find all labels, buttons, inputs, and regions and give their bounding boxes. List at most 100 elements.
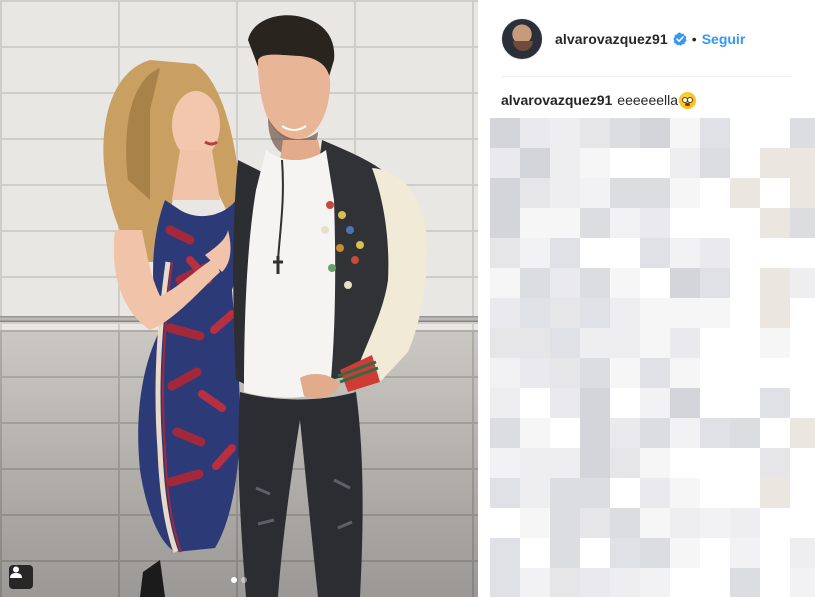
follow-button[interactable]: Seguir [702, 31, 746, 47]
mosaic-cell [580, 328, 610, 358]
mosaic-cell [670, 418, 700, 448]
mosaic-cell [610, 508, 640, 538]
caption-text: eeeeeella [617, 92, 679, 108]
mosaic-cell [580, 538, 610, 568]
mosaic-cell [640, 238, 670, 268]
post-side-panel: alvarovazquez91 • Seguir alvarovazquez91… [478, 0, 815, 597]
mosaic-cell [790, 358, 815, 388]
mosaic-cell [790, 148, 815, 178]
mosaic-cell [730, 178, 760, 208]
mosaic-cell [490, 328, 520, 358]
mosaic-cell [730, 418, 760, 448]
mosaic-cell [490, 478, 520, 508]
mosaic-cell [580, 268, 610, 298]
mosaic-cell [550, 178, 580, 208]
mosaic-cell [580, 178, 610, 208]
mosaic-cell [550, 508, 580, 538]
carousel-indicator [231, 577, 247, 583]
mosaic-cell [670, 148, 700, 178]
mosaic-cell [700, 268, 730, 298]
mosaic-cell [490, 298, 520, 328]
mosaic-cell [640, 538, 670, 568]
mosaic-cell [670, 448, 700, 478]
mosaic-cell [520, 358, 550, 388]
mosaic-cell [490, 178, 520, 208]
user-silhouette-icon [10, 566, 22, 578]
mosaic-cell [760, 208, 790, 238]
header-divider [501, 76, 791, 77]
mosaic-cell [760, 358, 790, 388]
mosaic-cell [520, 508, 550, 538]
mosaic-cell [520, 118, 550, 148]
mosaic-cell [760, 538, 790, 568]
mosaic-cell [550, 568, 580, 597]
mosaic-cell [670, 178, 700, 208]
mosaic-cell [700, 418, 730, 448]
mosaic-cell [700, 118, 730, 148]
mosaic-cell [580, 418, 610, 448]
mosaic-cell [610, 178, 640, 208]
mosaic-cell [700, 208, 730, 238]
mosaic-cell [730, 148, 760, 178]
mosaic-cell [550, 148, 580, 178]
mosaic-cell [520, 418, 550, 448]
mosaic-cell [580, 298, 610, 328]
mosaic-cell [760, 478, 790, 508]
mosaic-cell [520, 478, 550, 508]
mosaic-cell [610, 418, 640, 448]
mosaic-cell [640, 298, 670, 328]
mosaic-cell [640, 388, 670, 418]
mosaic-cell [760, 178, 790, 208]
mosaic-cell [670, 568, 700, 597]
post-photo[interactable] [0, 0, 478, 597]
avatar[interactable] [501, 18, 543, 60]
user-tag-icon[interactable] [9, 565, 33, 589]
mosaic-cell [730, 328, 760, 358]
mosaic-cell [550, 268, 580, 298]
mosaic-cell [490, 538, 520, 568]
mosaic-cell [730, 538, 760, 568]
mosaic-cell [610, 478, 640, 508]
mosaic-cell [730, 118, 760, 148]
mosaic-cell [640, 328, 670, 358]
mosaic-cell [730, 268, 760, 298]
mosaic-cell [640, 358, 670, 388]
mosaic-cell [760, 238, 790, 268]
separator-dot: • [691, 31, 697, 47]
mosaic-cell [730, 208, 760, 238]
mosaic-cell [760, 508, 790, 538]
mosaic-cell [670, 298, 700, 328]
mosaic-cell [490, 388, 520, 418]
mosaic-cell [670, 478, 700, 508]
mosaic-cell [790, 178, 815, 208]
mosaic-cell [670, 538, 700, 568]
mosaic-cell [580, 118, 610, 148]
mosaic-cell [640, 448, 670, 478]
mosaic-cell [790, 568, 815, 597]
username-link[interactable]: alvarovazquez91 [555, 31, 668, 47]
mosaic-cell [790, 418, 815, 448]
mosaic-cell [580, 478, 610, 508]
mosaic-cell [730, 298, 760, 328]
photo-people-illustration [103, 15, 428, 597]
caption-username-link[interactable]: alvarovazquez91 [501, 91, 612, 109]
mosaic-cell [790, 118, 815, 148]
post-caption: alvarovazquez91 eeeeeella [501, 91, 697, 109]
mosaic-cell [580, 508, 610, 538]
carousel-dot-2[interactable] [241, 577, 247, 583]
mosaic-cell [610, 298, 640, 328]
mosaic-cell [790, 208, 815, 238]
mosaic-cell [700, 538, 730, 568]
mosaic-cell [550, 298, 580, 328]
mosaic-cell [670, 358, 700, 388]
mosaic-cell [610, 118, 640, 148]
mosaic-cell [610, 208, 640, 238]
mosaic-cell [670, 388, 700, 418]
mosaic-cell [730, 358, 760, 388]
mosaic-cell [520, 388, 550, 418]
mosaic-cell [610, 448, 640, 478]
mosaic-cell [700, 238, 730, 268]
mosaic-cell [610, 568, 640, 597]
carousel-dot-1[interactable] [231, 577, 237, 583]
mosaic-cell [550, 478, 580, 508]
